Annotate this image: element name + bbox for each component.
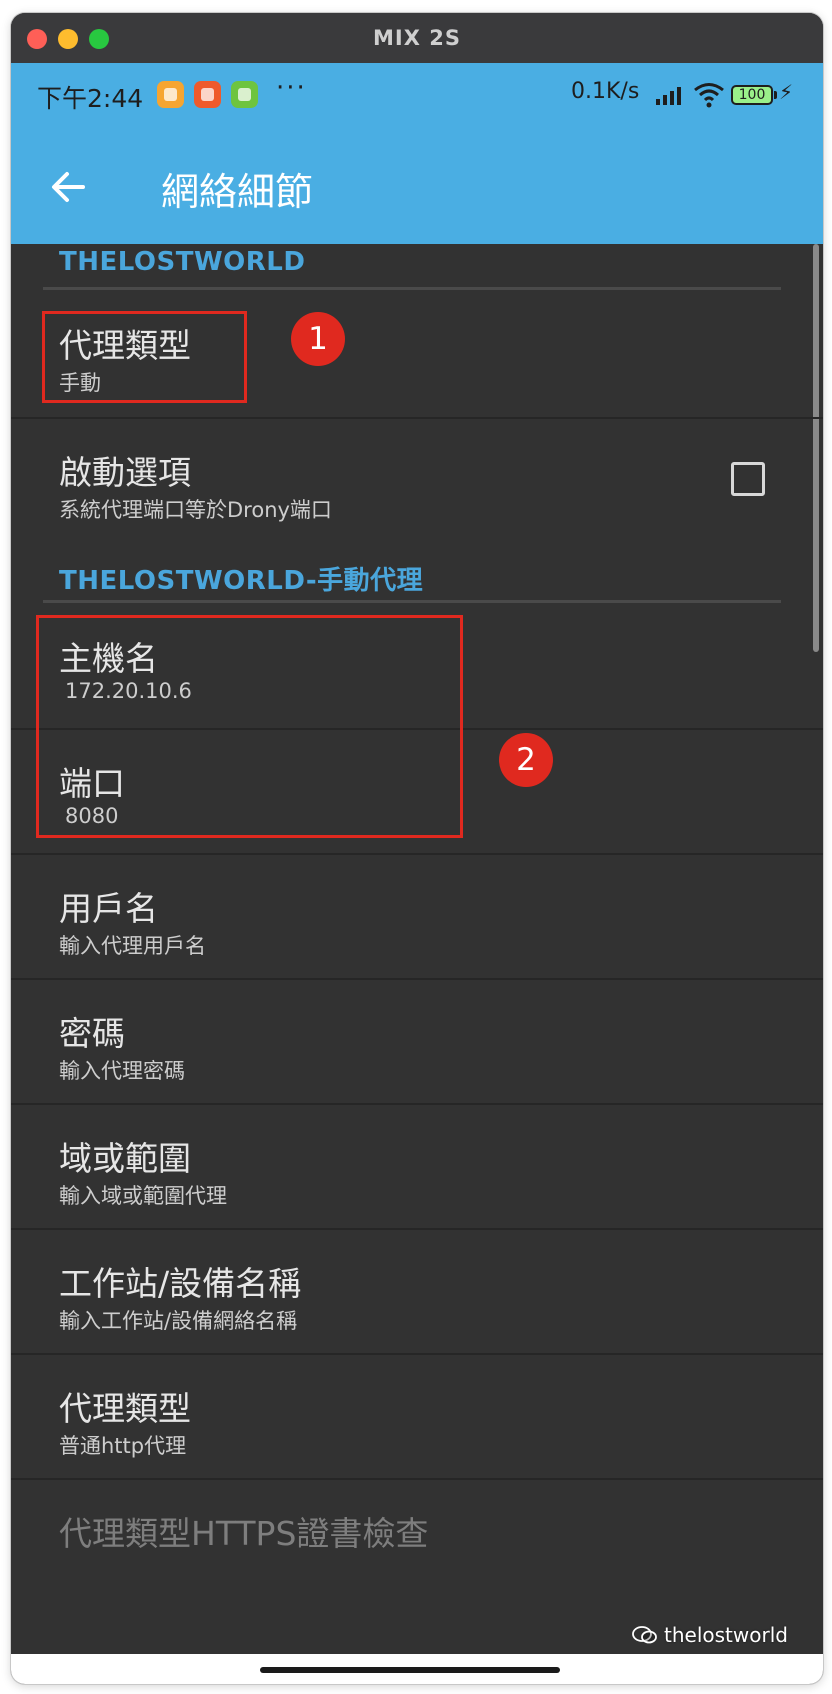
section-header-thelostworld: THELOSTWORLD [59,247,306,277]
more-notifications-icon: ··· [276,73,307,103]
setting-title: 用戶名 [59,889,158,928]
setting-title: 啟動選項 [59,453,191,492]
setting-proxy-kind[interactable]: 代理類型 普通http代理 [11,1355,823,1478]
section-header-manual-proxy: THELOSTWORLD-手動代理 [59,566,424,596]
setting-https-check[interactable]: 代理類型HTTPS證書檢查 [11,1480,823,1603]
home-indicator[interactable] [260,1667,560,1673]
app-bar: 網絡細節 [11,131,823,244]
charging-icon: ⚡ [779,80,794,104]
watermark: thelostworld [632,1623,788,1647]
setting-username[interactable]: 用戶名 輸入代理用戶名 [11,855,823,978]
status-time: 下午2:44 [37,84,144,113]
setting-subtitle: 系統代理端口等於Drony端口 [59,498,332,522]
signal-icon [656,87,681,105]
highlight-box-1 [42,311,247,403]
highlight-box-2 [36,615,463,838]
setting-title: 工作站/設備名稱 [59,1264,302,1303]
section-divider [43,600,781,603]
settings-list: THELOSTWORLD 代理類型 手動 啟動選項 系統代理端口等於Drony端… [11,244,823,1654]
setting-subtitle: 輸入代理用戶名 [59,934,206,958]
annotation-badge-1: 1 [291,312,345,366]
window-title: MIX 2S [373,26,461,50]
page-title: 網絡細節 [161,170,314,214]
setting-title: 代理類型HTTPS證書檢查 [59,1514,429,1553]
wifi-icon [694,83,724,108]
setting-title: 代理類型 [59,1389,191,1428]
setting-domain[interactable]: 域或範圍 輸入域或範圍代理 [11,1105,823,1228]
section-divider [43,287,781,290]
wechat-icon [632,1626,657,1644]
network-speed: 0.1K/s [571,79,640,104]
window-titlebar: MIX 2S [11,13,823,63]
annotation-badge-2: 2 [499,733,553,787]
setting-password[interactable]: 密碼 輸入代理密碼 [11,980,823,1103]
setting-subtitle: 普通http代理 [59,1434,187,1458]
navigation-bar [11,1654,823,1684]
setting-subtitle: 輸入工作站/設備網絡名稱 [59,1309,298,1333]
watermark-text: thelostworld [664,1623,788,1647]
setting-subtitle: 輸入代理密碼 [59,1059,185,1083]
red-app-icon [194,81,221,108]
orange-app-icon [157,81,184,108]
phone-mirror-window: MIX 2S 下午2:44 ··· 0.1K/s 100 ⚡ 網絡細節 THEL… [11,13,823,1684]
android-status-bar: 下午2:44 ··· 0.1K/s 100 ⚡ [11,63,823,131]
green-app-icon [231,81,258,108]
setting-subtitle: 輸入域或範圍代理 [59,1184,227,1208]
setting-workstation[interactable]: 工作站/設備名稱 輸入工作站/設備網絡名稱 [11,1230,823,1353]
startup-checkbox[interactable] [731,462,765,496]
setting-title: 密碼 [59,1014,125,1053]
arrow-left-icon[interactable] [49,167,89,207]
setting-startup-option[interactable]: 啟動選項 系統代理端口等於Drony端口 [11,419,823,539]
battery-icon: 100 [731,85,777,105]
setting-title: 域或範圍 [59,1139,191,1178]
